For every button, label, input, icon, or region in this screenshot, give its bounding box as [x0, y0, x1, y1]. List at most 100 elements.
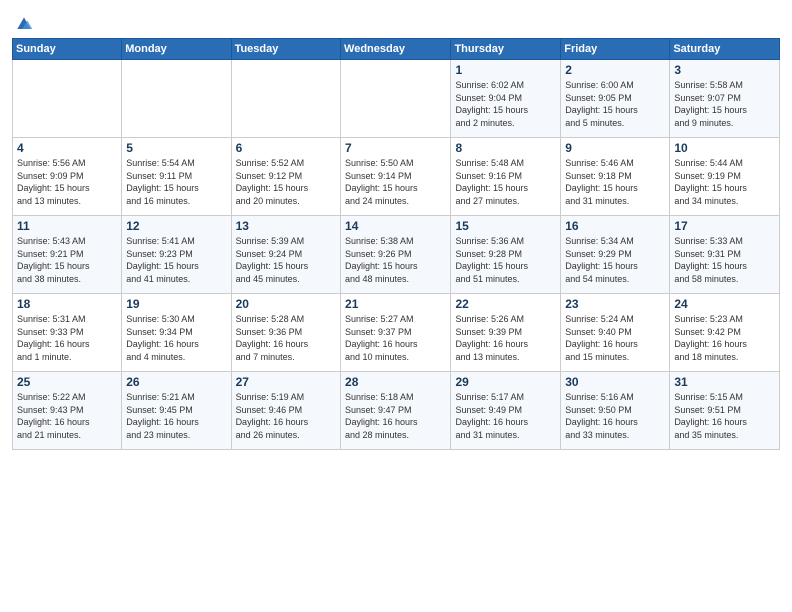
day-number: 24	[674, 297, 775, 311]
day-cell: 27 Sunrise: 5:19 AM Sunset: 9:46 PM Dayli…	[231, 372, 340, 450]
col-header-saturday: Saturday	[670, 39, 780, 60]
day-cell: 12Sunrise: 5:41 AM Sunset: 9:23 PM Dayli…	[122, 216, 231, 294]
day-cell: 18 Sunrise: 5:31 AM Sunset: 9:33 PM Dayli…	[13, 294, 122, 372]
day-number: 26	[126, 375, 226, 389]
day-cell: 22Sunrise: 5:26 AM Sunset: 9:39 PM Dayli…	[451, 294, 561, 372]
day-info: Sunrise: 5:48 AM Sunset: 9:16 PM Dayligh…	[455, 157, 556, 207]
day-number: 5	[126, 141, 226, 155]
day-cell: 13 Sunrise: 5:39 AM Sunset: 9:24 PM Dayli…	[231, 216, 340, 294]
day-info: Sunrise: 5:43 AM Sunset: 9:21 PM Dayligh…	[17, 235, 117, 285]
day-number: 7	[345, 141, 446, 155]
day-number: 21	[345, 297, 446, 311]
logo-icon	[14, 14, 34, 34]
day-number: 18	[17, 297, 117, 311]
day-cell: 15 Sunrise: 5:36 AM Sunset: 9:28 PM Dayli…	[451, 216, 561, 294]
day-number: 20	[236, 297, 336, 311]
day-cell	[341, 60, 451, 138]
day-cell: 1Sunrise: 6:02 AM Sunset: 9:04 PM Daylig…	[451, 60, 561, 138]
day-cell: 19 Sunrise: 5:30 AM Sunset: 9:34 PM Dayli…	[122, 294, 231, 372]
col-header-monday: Monday	[122, 39, 231, 60]
day-info: Sunrise: 5:22 AM Sunset: 9:43 PM Dayligh…	[17, 391, 117, 441]
day-cell: 9Sunrise: 5:46 AM Sunset: 9:18 PM Daylig…	[561, 138, 670, 216]
day-cell: 28 Sunrise: 5:18 AM Sunset: 9:47 PM Dayli…	[341, 372, 451, 450]
day-info: Sunrise: 6:02 AM Sunset: 9:04 PM Dayligh…	[455, 79, 556, 129]
day-number: 12	[126, 219, 226, 233]
day-number: 15	[455, 219, 556, 233]
day-info: Sunrise: 6:00 AM Sunset: 9:05 PM Dayligh…	[565, 79, 665, 129]
day-info: Sunrise: 5:16 AM Sunset: 9:50 PM Dayligh…	[565, 391, 665, 441]
logo	[12, 14, 34, 34]
day-cell: 29 Sunrise: 5:17 AM Sunset: 9:49 PM Dayli…	[451, 372, 561, 450]
col-header-thursday: Thursday	[451, 39, 561, 60]
day-number: 9	[565, 141, 665, 155]
day-info: Sunrise: 5:23 AM Sunset: 9:42 PM Dayligh…	[674, 313, 775, 363]
day-info: Sunrise: 5:30 AM Sunset: 9:34 PM Dayligh…	[126, 313, 226, 363]
day-number: 23	[565, 297, 665, 311]
week-row-1: 1Sunrise: 6:02 AM Sunset: 9:04 PM Daylig…	[13, 60, 780, 138]
day-info: Sunrise: 5:15 AM Sunset: 9:51 PM Dayligh…	[674, 391, 775, 441]
day-number: 17	[674, 219, 775, 233]
day-info: Sunrise: 5:31 AM Sunset: 9:33 PM Dayligh…	[17, 313, 117, 363]
day-cell: 2Sunrise: 6:00 AM Sunset: 9:05 PM Daylig…	[561, 60, 670, 138]
day-number: 29	[455, 375, 556, 389]
day-info: Sunrise: 5:34 AM Sunset: 9:29 PM Dayligh…	[565, 235, 665, 285]
day-number: 13	[236, 219, 336, 233]
day-cell: 30 Sunrise: 5:16 AM Sunset: 9:50 PM Dayli…	[561, 372, 670, 450]
day-cell	[231, 60, 340, 138]
day-info: Sunrise: 5:54 AM Sunset: 9:11 PM Dayligh…	[126, 157, 226, 207]
day-number: 28	[345, 375, 446, 389]
day-cell: 21 Sunrise: 5:27 AM Sunset: 9:37 PM Dayli…	[341, 294, 451, 372]
day-cell: 4Sunrise: 5:56 AM Sunset: 9:09 PM Daylig…	[13, 138, 122, 216]
day-cell: 31 Sunrise: 5:15 AM Sunset: 9:51 PM Dayli…	[670, 372, 780, 450]
day-number: 6	[236, 141, 336, 155]
week-row-4: 18 Sunrise: 5:31 AM Sunset: 9:33 PM Dayli…	[13, 294, 780, 372]
day-info: Sunrise: 5:44 AM Sunset: 9:19 PM Dayligh…	[674, 157, 775, 207]
day-cell: 26Sunrise: 5:21 AM Sunset: 9:45 PM Dayli…	[122, 372, 231, 450]
week-row-2: 4Sunrise: 5:56 AM Sunset: 9:09 PM Daylig…	[13, 138, 780, 216]
day-number: 30	[565, 375, 665, 389]
day-cell: 17 Sunrise: 5:33 AM Sunset: 9:31 PM Dayli…	[670, 216, 780, 294]
day-number: 11	[17, 219, 117, 233]
day-info: Sunrise: 5:18 AM Sunset: 9:47 PM Dayligh…	[345, 391, 446, 441]
day-number: 22	[455, 297, 556, 311]
week-row-3: 11 Sunrise: 5:43 AM Sunset: 9:21 PM Dayli…	[13, 216, 780, 294]
day-number: 8	[455, 141, 556, 155]
day-number: 16	[565, 219, 665, 233]
day-info: Sunrise: 5:27 AM Sunset: 9:37 PM Dayligh…	[345, 313, 446, 363]
day-number: 19	[126, 297, 226, 311]
day-info: Sunrise: 5:28 AM Sunset: 9:36 PM Dayligh…	[236, 313, 336, 363]
day-cell: 24 Sunrise: 5:23 AM Sunset: 9:42 PM Dayli…	[670, 294, 780, 372]
day-cell: 7Sunrise: 5:50 AM Sunset: 9:14 PM Daylig…	[341, 138, 451, 216]
day-info: Sunrise: 5:58 AM Sunset: 9:07 PM Dayligh…	[674, 79, 775, 129]
day-cell: 11 Sunrise: 5:43 AM Sunset: 9:21 PM Dayli…	[13, 216, 122, 294]
day-info: Sunrise: 5:36 AM Sunset: 9:28 PM Dayligh…	[455, 235, 556, 285]
day-cell	[122, 60, 231, 138]
day-info: Sunrise: 5:19 AM Sunset: 9:46 PM Dayligh…	[236, 391, 336, 441]
col-header-friday: Friday	[561, 39, 670, 60]
col-header-tuesday: Tuesday	[231, 39, 340, 60]
day-info: Sunrise: 5:38 AM Sunset: 9:26 PM Dayligh…	[345, 235, 446, 285]
day-cell: 5 Sunrise: 5:54 AM Sunset: 9:11 PM Daylig…	[122, 138, 231, 216]
day-cell: 20 Sunrise: 5:28 AM Sunset: 9:36 PM Dayli…	[231, 294, 340, 372]
week-row-5: 25 Sunrise: 5:22 AM Sunset: 9:43 PM Dayli…	[13, 372, 780, 450]
day-number: 25	[17, 375, 117, 389]
day-info: Sunrise: 5:39 AM Sunset: 9:24 PM Dayligh…	[236, 235, 336, 285]
col-header-sunday: Sunday	[13, 39, 122, 60]
calendar-table: SundayMondayTuesdayWednesdayThursdayFrid…	[12, 38, 780, 450]
day-number: 27	[236, 375, 336, 389]
day-cell: 8 Sunrise: 5:48 AM Sunset: 9:16 PM Daylig…	[451, 138, 561, 216]
day-cell: 10Sunrise: 5:44 AM Sunset: 9:19 PM Dayli…	[670, 138, 780, 216]
day-cell: 16 Sunrise: 5:34 AM Sunset: 9:29 PM Dayli…	[561, 216, 670, 294]
day-cell	[13, 60, 122, 138]
header	[12, 10, 780, 34]
col-header-wednesday: Wednesday	[341, 39, 451, 60]
day-info: Sunrise: 5:24 AM Sunset: 9:40 PM Dayligh…	[565, 313, 665, 363]
day-number: 31	[674, 375, 775, 389]
day-cell: 3Sunrise: 5:58 AM Sunset: 9:07 PM Daylig…	[670, 60, 780, 138]
day-number: 14	[345, 219, 446, 233]
day-info: Sunrise: 5:33 AM Sunset: 9:31 PM Dayligh…	[674, 235, 775, 285]
day-info: Sunrise: 5:52 AM Sunset: 9:12 PM Dayligh…	[236, 157, 336, 207]
day-cell: 23 Sunrise: 5:24 AM Sunset: 9:40 PM Dayli…	[561, 294, 670, 372]
header-row: SundayMondayTuesdayWednesdayThursdayFrid…	[13, 39, 780, 60]
day-info: Sunrise: 5:17 AM Sunset: 9:49 PM Dayligh…	[455, 391, 556, 441]
